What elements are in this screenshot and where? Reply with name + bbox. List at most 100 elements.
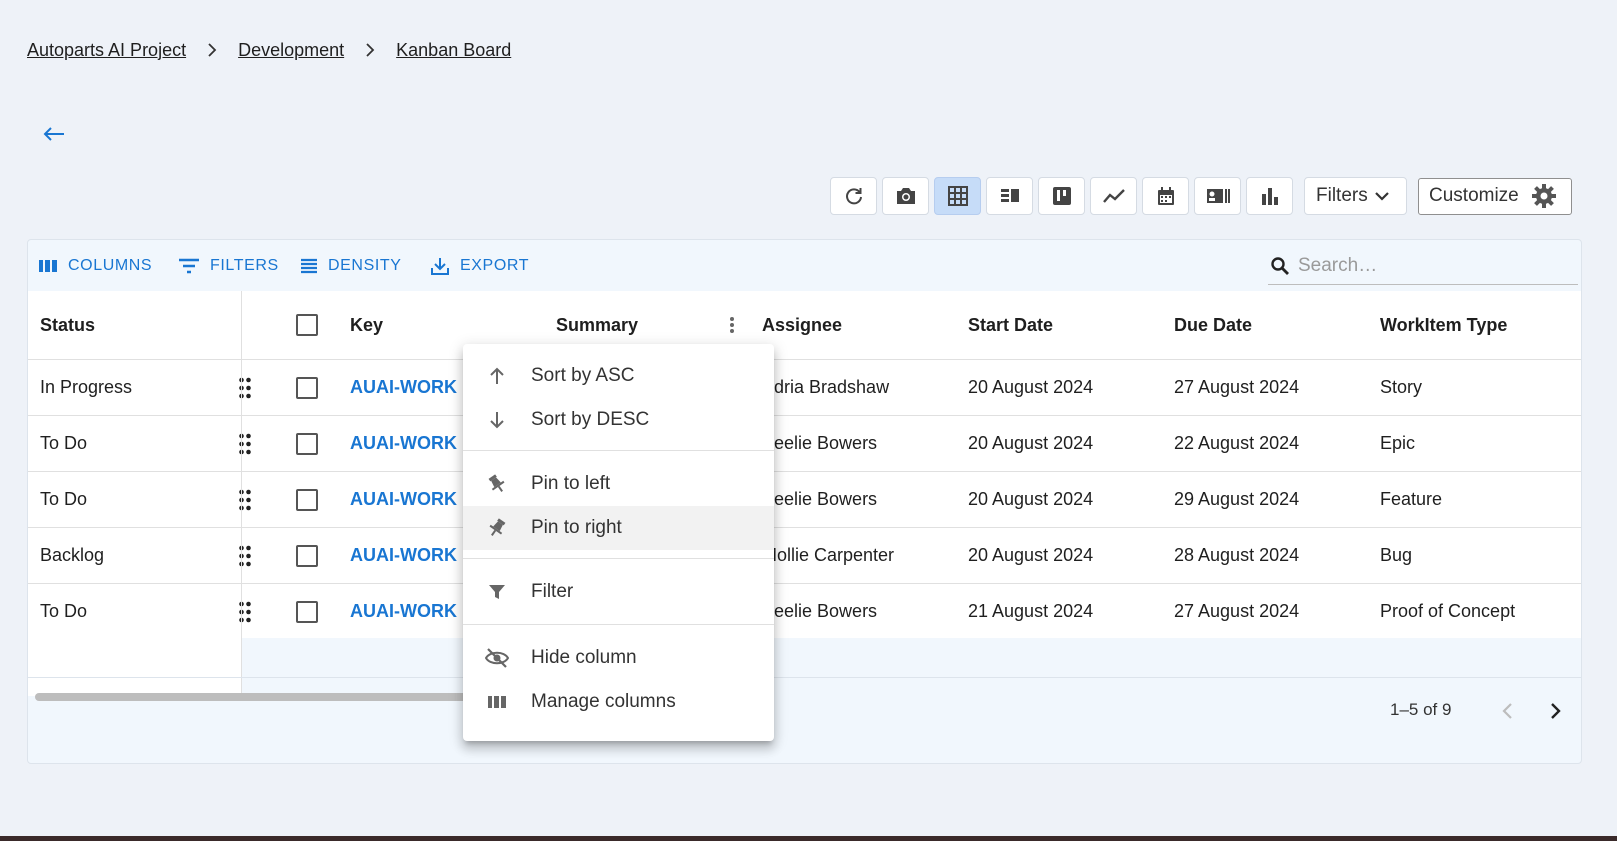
key-link[interactable]: AUAI-WORK — [350, 584, 457, 639]
manage-columns-menu-item[interactable]: Manage columns — [463, 680, 774, 724]
start-date-cell: 20 August 2024 — [968, 433, 1094, 453]
column-header-due-date[interactable]: Due Date — [1174, 291, 1252, 359]
grid-search — [1268, 247, 1578, 285]
breadcrumb-link-kanban-board[interactable]: Kanban Board — [396, 40, 511, 61]
breadcrumb-link-project[interactable]: Autoparts AI Project — [27, 40, 186, 61]
arrow-down-icon — [485, 408, 509, 432]
select-all-checkbox-cell — [296, 291, 318, 359]
column-header-status[interactable]: Status — [40, 291, 95, 359]
table-row[interactable]: To Do AUAI-WORK Keelie Bowers 20 August … — [28, 472, 1581, 528]
menu-divider — [463, 450, 774, 451]
row-checkbox[interactable] — [296, 376, 318, 399]
pin-icon — [485, 472, 509, 496]
column-header-start-date[interactable]: Start Date — [968, 291, 1053, 359]
screenshot-button[interactable] — [882, 177, 929, 215]
hide-column-label: Hide column — [531, 647, 637, 668]
filters-button-label: FILTERS — [210, 257, 279, 274]
columns-button[interactable]: COLUMNS — [38, 255, 152, 277]
table-header: Status Key Summary Assignee Start Date D… — [28, 291, 1581, 360]
pin-right-menu-item[interactable]: Pin to right — [463, 506, 774, 550]
select-all-checkbox[interactable] — [296, 314, 318, 336]
key-link[interactable]: AUAI-WORK — [350, 416, 457, 471]
start-date-cell: 20 August 2024 — [968, 489, 1094, 509]
chart-view-button[interactable] — [1246, 177, 1293, 215]
customize-button[interactable]: Customize — [1418, 177, 1572, 215]
density-button-label: DENSITY — [328, 257, 402, 274]
density-icon — [301, 258, 317, 274]
row-checkbox-cell — [296, 584, 318, 639]
more-vertical-icon — [730, 317, 734, 333]
table-row[interactable]: To Do AUAI-WORK Keelie Bowers 20 August … — [28, 416, 1581, 472]
filters-dropdown[interactable]: Filters — [1304, 177, 1407, 215]
grid-view-icon — [947, 186, 968, 206]
card-view-icon — [1206, 189, 1230, 203]
status-cell: To Do — [40, 601, 88, 621]
kanban-view-icon — [1052, 187, 1071, 205]
columns-button-label: COLUMNS — [68, 257, 153, 274]
sort-desc-menu-item[interactable]: Sort by DESC — [463, 398, 774, 442]
calendar-view-button[interactable] — [1142, 177, 1189, 215]
view-toolbar: Filters Customize — [830, 177, 1572, 215]
grid-view-button[interactable] — [934, 177, 981, 215]
row-checkbox-cell — [296, 472, 318, 527]
density-button[interactable]: DENSITY — [300, 255, 402, 277]
chevron-right-icon — [1551, 703, 1561, 719]
key-link[interactable]: AUAI-WORK — [350, 360, 457, 415]
pin-left-menu-item[interactable]: Pin to left — [463, 462, 774, 506]
horizontal-scrollbar[interactable] — [35, 693, 475, 701]
previous-page-button[interactable] — [1492, 696, 1522, 726]
search-input[interactable] — [1298, 254, 1558, 277]
breadcrumb-link-development[interactable]: Development — [238, 40, 344, 61]
table-row[interactable]: In Progress AUAI-WORK Adria Bradshaw 20 … — [28, 360, 1581, 416]
columns-icon — [485, 690, 509, 714]
hide-column-menu-item[interactable]: Hide column — [463, 636, 774, 680]
breadcrumb: Autoparts AI Project Development Kanban … — [27, 36, 511, 64]
column-header-assignee[interactable]: Assignee — [762, 291, 842, 359]
start-date-cell: 20 August 2024 — [968, 377, 1094, 397]
footer-divider — [28, 677, 1581, 678]
row-checkbox[interactable] — [296, 544, 318, 567]
sort-desc-label: Sort by DESC — [531, 409, 650, 430]
row-checkbox[interactable] — [296, 432, 318, 455]
pagination-label: 1–5 of 9 — [1390, 700, 1452, 719]
table-row[interactable]: Backlog AUAI-WORK Mollie Carpenter 20 Au… — [28, 528, 1581, 584]
filter-menu-item[interactable]: Filter — [463, 570, 774, 614]
timeline-view-button[interactable] — [1090, 177, 1137, 215]
key-link[interactable]: AUAI-WORK — [350, 472, 457, 527]
filters-button[interactable]: FILTERS — [178, 255, 279, 277]
kanban-view-button[interactable] — [1038, 177, 1085, 215]
back-button[interactable] — [40, 120, 68, 148]
pinned-column-filler — [28, 638, 241, 696]
card-view-button[interactable] — [1194, 177, 1241, 215]
next-page-button[interactable] — [1541, 696, 1571, 726]
status-cell: To Do — [40, 433, 88, 453]
row-checkbox-cell — [296, 528, 318, 583]
list-view-button[interactable] — [986, 177, 1033, 215]
status-cell: To Do — [40, 489, 88, 509]
column-header-key[interactable]: Key — [350, 291, 383, 359]
search-icon — [1271, 256, 1289, 275]
column-menu: Sort by ASC Sort by DESC Pin to left Pin… — [463, 344, 774, 741]
filter-label: Filter — [531, 581, 574, 602]
key-link[interactable]: AUAI-WORK — [350, 528, 457, 583]
filters-dropdown-label: Filters — [1316, 185, 1368, 206]
due-date-cell: 27 August 2024 — [1174, 377, 1300, 397]
manage-columns-label: Manage columns — [531, 691, 676, 712]
row-checkbox[interactable] — [296, 488, 318, 511]
sort-asc-label: Sort by ASC — [531, 365, 635, 386]
download-icon — [431, 258, 449, 275]
refresh-button[interactable] — [830, 177, 877, 215]
due-date-cell: 28 August 2024 — [1174, 545, 1300, 565]
pinned-column-divider — [241, 291, 242, 696]
table-row[interactable]: To Do AUAI-WORK Keelie Bowers 21 August … — [28, 584, 1581, 640]
export-button[interactable]: EXPORT — [430, 255, 529, 277]
row-checkbox[interactable] — [296, 600, 318, 623]
filter-lines-icon — [179, 258, 199, 274]
arrow-left-icon — [43, 127, 64, 141]
status-cell: Backlog — [40, 545, 105, 565]
columns-icon — [39, 260, 57, 272]
row-checkbox-cell — [296, 416, 318, 471]
sort-asc-menu-item[interactable]: Sort by ASC — [463, 354, 774, 398]
column-header-workitem-type[interactable]: WorkItem Type — [1380, 291, 1507, 359]
grid-empty-area — [28, 638, 1581, 696]
